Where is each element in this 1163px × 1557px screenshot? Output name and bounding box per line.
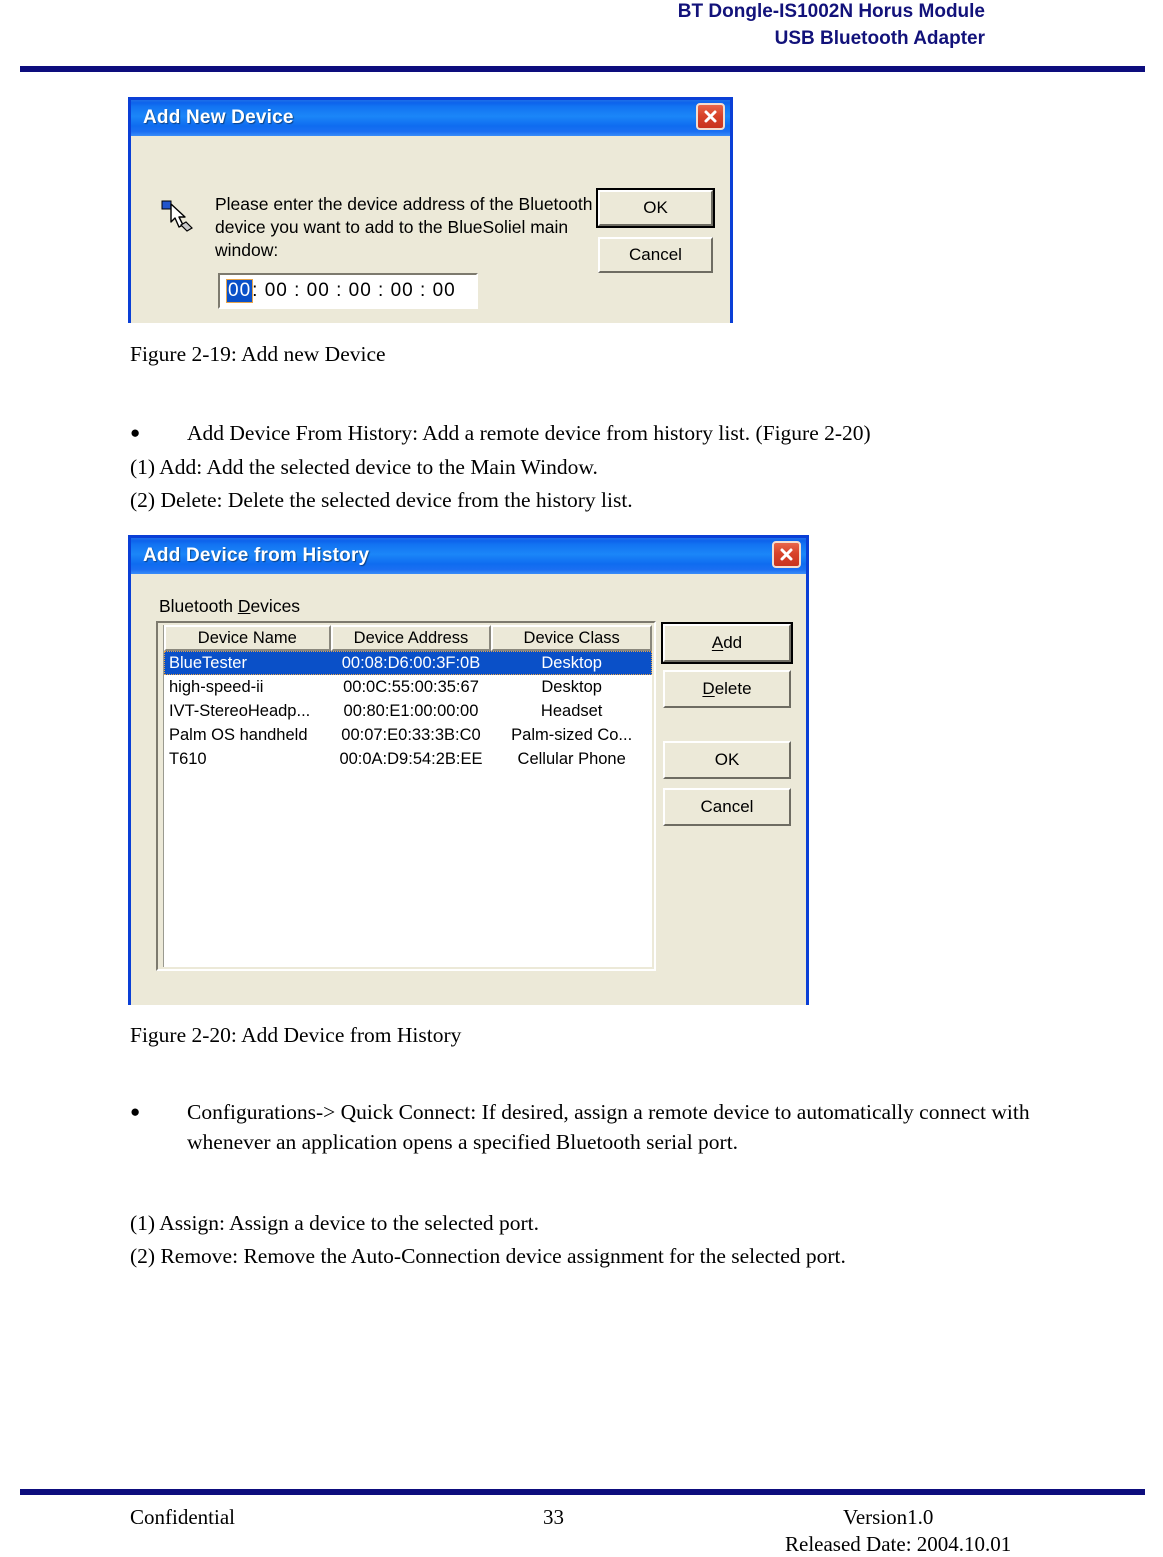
cancel-button[interactable]: Cancel bbox=[663, 788, 791, 826]
bullet-dot-icon: ● bbox=[130, 423, 141, 442]
bullet-text: Configurations-> Quick Connect: If desir… bbox=[187, 1100, 1030, 1154]
bullet-quick-connect: ● Configurations-> Quick Connect: If des… bbox=[130, 1097, 1030, 1157]
header-divider-rule bbox=[20, 66, 1145, 72]
bluetooth-devices-label: Bluetooth Devices bbox=[159, 596, 300, 617]
add-button-label-post: dd bbox=[723, 633, 743, 652]
footer-page-number: 33 bbox=[543, 1505, 564, 1529]
cell-device-name: BlueTester bbox=[169, 653, 247, 672]
dialog-body: Bluetooth Devices Device Name Device Add… bbox=[131, 574, 806, 1005]
column-header-device-name[interactable]: Device Name bbox=[164, 625, 331, 651]
dialog-body: Please enter the device address of the B… bbox=[131, 136, 730, 323]
figure-caption-2-19: Figure 2-19: Add new Device bbox=[130, 342, 386, 366]
footer-release-date: Released Date: 2004.10.01 bbox=[785, 1532, 1012, 1556]
cell-device-address: 00:0A:D9:54:2B:EE bbox=[339, 749, 483, 768]
bullet-dot-icon: ● bbox=[130, 1102, 141, 1121]
device-address-remaining-octets: : 00 : 00 : 00 : 00 : 00 bbox=[252, 280, 456, 301]
cell-device-class: Cellular Phone bbox=[517, 749, 626, 768]
figure-caption-2-20: Figure 2-20: Add Device from History bbox=[130, 1023, 462, 1047]
add-button-label-accel: A bbox=[711, 633, 724, 652]
bullet-add-device-from-history: ● Add Device From History: Add a remote … bbox=[130, 418, 1030, 448]
device-address-input[interactable]: 00 : 00 : 00 : 00 : 00 : 00 bbox=[218, 273, 478, 309]
cell-device-address: 00:08:D6:00:3F:0B bbox=[341, 653, 481, 672]
cell-device-name: IVT-StereoHeadp... bbox=[169, 701, 311, 720]
dialog-title: Add New Device bbox=[143, 107, 294, 128]
dialog-title-bar[interactable]: Add Device from History bbox=[128, 535, 809, 574]
dialog-prompt-text: Please enter the device address of the B… bbox=[215, 194, 593, 260]
table-row[interactable]: high-speed-ii 00:0C:55:00:35:67 Desktop bbox=[164, 675, 652, 699]
note-add: (1) Add: Add the selected device to the … bbox=[130, 455, 598, 479]
device-list-box[interactable]: Device Name Device Address Device Class … bbox=[156, 621, 656, 971]
header-title-line1: BT Dongle-IS1002N Horus Module bbox=[677, 1, 985, 22]
cell-device-class: Palm-sized Co... bbox=[511, 725, 633, 744]
cancel-button[interactable]: Cancel bbox=[598, 237, 713, 273]
group-label-post: evices bbox=[250, 596, 301, 616]
table-row[interactable]: Palm OS handheld 00:07:E0:33:3B:C0 Palm-… bbox=[164, 723, 652, 747]
dialog-title: Add Device from History bbox=[143, 545, 370, 566]
device-list-header-row: Device Name Device Address Device Class bbox=[160, 625, 653, 651]
column-header-device-address[interactable]: Device Address bbox=[330, 625, 492, 651]
ok-button[interactable]: OK bbox=[596, 188, 715, 228]
delete-button-label-post: elete bbox=[714, 679, 752, 698]
header-title-line2: USB Bluetooth Adapter bbox=[774, 28, 985, 49]
device-address-selected-octet: 00 bbox=[225, 279, 254, 303]
table-row[interactable]: IVT-StereoHeadp... 00:80:E1:00:00:00 Hea… bbox=[164, 699, 652, 723]
footer-confidential: Confidential bbox=[130, 1505, 235, 1529]
cell-device-address: 00:80:E1:00:00:00 bbox=[343, 701, 479, 720]
dialog-title-bar[interactable]: Add New Device bbox=[128, 97, 733, 136]
page-footer: Confidential 33 Version1.0 Released Date… bbox=[0, 1500, 1163, 1556]
cell-device-address: 00:07:E0:33:3B:C0 bbox=[341, 725, 481, 744]
bullet-text: Add Device From History: Add a remote de… bbox=[187, 421, 871, 445]
table-row[interactable]: T610 00:0A:D9:54:2B:EE Cellular Phone bbox=[164, 747, 652, 771]
cell-device-class: Headset bbox=[540, 701, 603, 720]
hand-pointer-icon bbox=[159, 198, 199, 238]
column-header-device-class[interactable]: Device Class bbox=[491, 625, 653, 651]
note-assign: (1) Assign: Assign a device to the selec… bbox=[130, 1211, 540, 1235]
close-icon[interactable] bbox=[772, 541, 801, 568]
cell-device-name: T610 bbox=[169, 749, 207, 768]
delete-button-label-accel: D bbox=[702, 679, 715, 698]
group-label-accel: D bbox=[237, 596, 251, 616]
cell-device-address: 00:0C:55:00:35:67 bbox=[343, 677, 479, 696]
device-list-rows: BlueTester 00:08:D6:00:3F:0B Desktop hig… bbox=[160, 651, 652, 771]
close-icon[interactable] bbox=[696, 103, 725, 130]
cell-device-name: Palm OS handheld bbox=[169, 725, 308, 744]
note-remove: (2) Remove: Remove the Auto-Connection d… bbox=[130, 1244, 846, 1268]
add-new-device-dialog: Add New Device Please enter the device a… bbox=[128, 97, 733, 323]
footer-version: Version1.0 bbox=[843, 1505, 934, 1529]
note-delete: (2) Delete: Delete the selected device f… bbox=[130, 488, 633, 512]
cell-device-name: high-speed-ii bbox=[169, 677, 264, 696]
table-row[interactable]: BlueTester 00:08:D6:00:3F:0B Desktop bbox=[164, 651, 652, 675]
page-header: BT Dongle-IS1002N Horus Module USB Bluet… bbox=[0, 0, 1163, 72]
delete-button[interactable]: Delete bbox=[663, 670, 791, 708]
ok-button[interactable]: OK bbox=[663, 741, 791, 779]
footer-divider-rule bbox=[20, 1489, 1145, 1495]
add-device-from-history-dialog: Add Device from History Bluetooth Device… bbox=[128, 535, 809, 1005]
add-button[interactable]: Add bbox=[661, 622, 793, 664]
cell-device-class: Desktop bbox=[541, 653, 602, 672]
group-label-pre: Bluetooth bbox=[159, 596, 238, 616]
cell-device-class: Desktop bbox=[541, 677, 602, 696]
